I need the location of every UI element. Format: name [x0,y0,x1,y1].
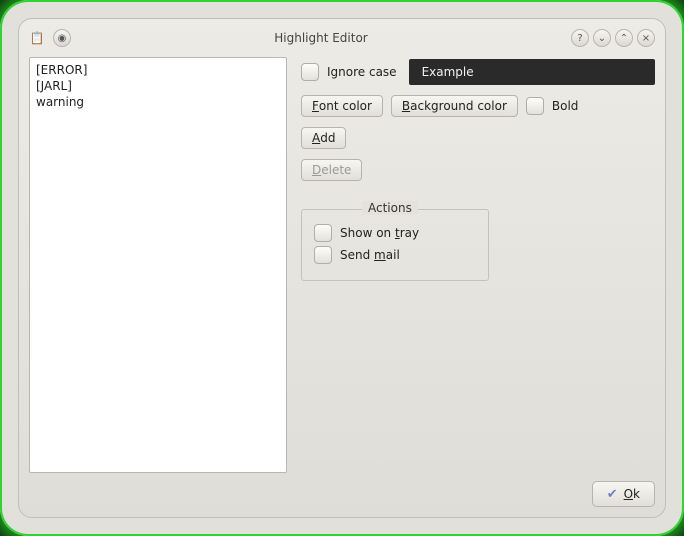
font-color-button[interactable]: Font color [301,95,383,117]
highlight-list[interactable]: [ERROR] [JARL] warning [29,57,287,473]
minimize-button[interactable]: ⌄ [593,29,611,47]
show-on-tray-label: Show on tray [340,226,419,240]
list-item[interactable]: [ERROR] [36,62,280,78]
list-item[interactable]: warning [36,94,280,110]
ignore-case-label: Ignore case [327,65,397,79]
send-mail-checkbox[interactable] [314,246,332,264]
example-preview: Example [409,59,655,85]
pin-button[interactable]: ◉ [53,29,71,47]
check-icon: ✔ [607,487,618,502]
app-icon: 📋 [29,30,45,46]
help-button[interactable]: ? [571,29,589,47]
ok-button[interactable]: ✔ Ok [592,481,655,507]
actions-group-title: Actions [362,201,418,215]
actions-group: Actions Show on tray Send mail [301,209,489,281]
maximize-button[interactable]: ⌃ [615,29,633,47]
bold-label: Bold [552,99,579,113]
add-button[interactable]: Add [301,127,346,149]
close-button[interactable]: × [637,29,655,47]
ignore-case-checkbox[interactable] [301,63,319,81]
show-on-tray-checkbox[interactable] [314,224,332,242]
list-item[interactable]: [JARL] [36,78,280,94]
delete-button[interactable]: Delete [301,159,362,181]
titlebar: 📋 ◉ Highlight Editor ? ⌄ ⌃ × [29,27,655,49]
send-mail-label: Send mail [340,248,400,262]
window-frame: 📋 ◉ Highlight Editor ? ⌄ ⌃ × [ERROR] [JA… [18,18,666,518]
background-color-button[interactable]: Background color [391,95,518,117]
bold-checkbox[interactable] [526,97,544,115]
window-title: Highlight Editor [71,31,571,45]
